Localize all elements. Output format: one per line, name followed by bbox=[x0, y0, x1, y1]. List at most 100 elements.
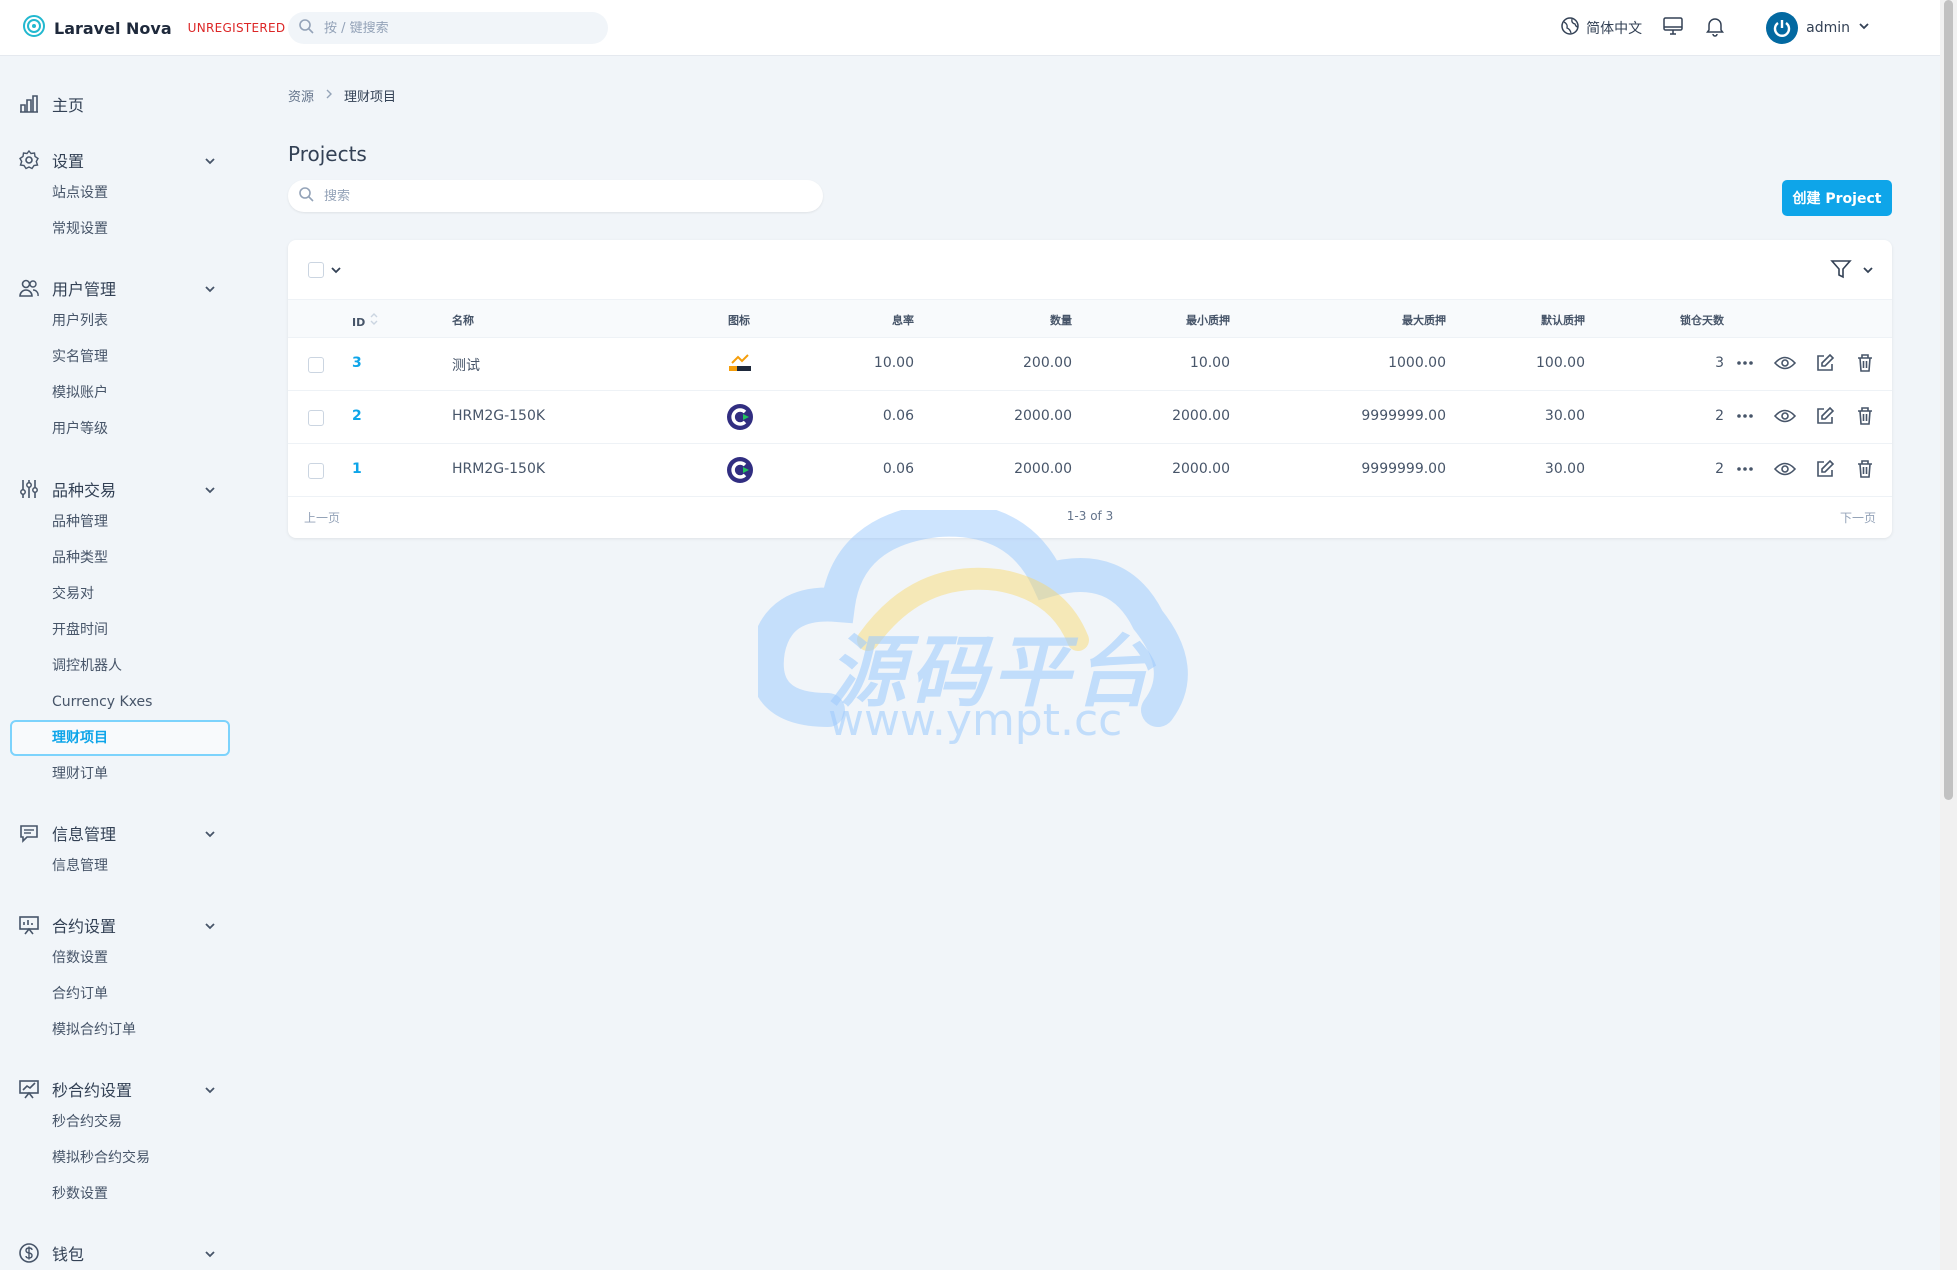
sidebar-group-settings-toggle[interactable]: 设置 bbox=[0, 145, 240, 175]
row-quantity: 2000.00 bbox=[1014, 461, 1072, 477]
sidebar-home-label: 主页 bbox=[52, 96, 85, 115]
monitor-icon[interactable] bbox=[1662, 15, 1684, 41]
sidebar-group-messages: 信息管理 信息管理 bbox=[0, 818, 240, 884]
more-icon[interactable] bbox=[1734, 405, 1756, 427]
sidebar-group-users-toggle[interactable]: 用户管理 bbox=[0, 273, 240, 303]
sidebar-item-contract-orders[interactable]: 合约订单 bbox=[0, 976, 240, 1012]
chevron-down-icon[interactable] bbox=[330, 264, 342, 280]
resource-search-input[interactable] bbox=[324, 188, 584, 204]
sidebar-item-product-types[interactable]: 品种类型 bbox=[0, 540, 240, 576]
sidebar-item-products[interactable]: 品种管理 bbox=[0, 504, 240, 540]
view-eye-icon[interactable] bbox=[1774, 352, 1796, 374]
dollar-circle-icon bbox=[18, 1242, 40, 1264]
row-id-link[interactable]: 3 bbox=[352, 355, 362, 371]
sidebar-group-wallet-toggle[interactable]: 钱包 bbox=[0, 1238, 240, 1268]
page-scrollbar[interactable] bbox=[1940, 0, 1957, 1270]
sidebar: 主页 设置 站点设置 常规设置 用户管理 用户列表 实名管理 模拟账户 用户等级… bbox=[0, 56, 240, 1270]
sidebar-home-link[interactable]: 主页 bbox=[0, 89, 240, 119]
sidebar-item-opening-hours[interactable]: 开盘时间 bbox=[0, 612, 240, 648]
row-checkbox[interactable] bbox=[308, 463, 324, 479]
row-lock-days: 2 bbox=[1715, 461, 1724, 477]
user-menu[interactable]: admin bbox=[1766, 12, 1870, 44]
trend-chart-icon bbox=[18, 1078, 40, 1100]
row-id-link[interactable]: 1 bbox=[352, 461, 362, 477]
more-icon[interactable] bbox=[1734, 458, 1756, 480]
table-row[interactable]: 1 HRM2G-150K 0.06 2000.00 2000.00 999999… bbox=[288, 444, 1892, 497]
edit-icon[interactable] bbox=[1814, 458, 1836, 480]
chevron-down-icon[interactable] bbox=[1862, 264, 1874, 280]
edit-icon[interactable] bbox=[1814, 352, 1836, 374]
row-checkbox[interactable] bbox=[308, 357, 324, 373]
bell-icon[interactable] bbox=[1704, 15, 1726, 41]
sidebar-item-seconds-settings[interactable]: 秒数设置 bbox=[0, 1176, 240, 1212]
sidebar-group-contracts-toggle[interactable]: 合约设置 bbox=[0, 910, 240, 940]
pager-next[interactable]: 下一页 bbox=[1840, 509, 1876, 526]
bar-chart-icon bbox=[18, 93, 40, 115]
sidebar-item-currency-kxes[interactable]: Currency Kxes bbox=[0, 684, 240, 720]
sidebar-home[interactable]: 主页 bbox=[0, 89, 240, 119]
sidebar-item-projects[interactable]: 理财项目 bbox=[10, 720, 230, 756]
chevron-down-icon bbox=[203, 1246, 217, 1265]
sidebar-item-demo-accounts[interactable]: 模拟账户 bbox=[0, 375, 240, 411]
sidebar-group-second-contracts-toggle[interactable]: 秒合约设置 bbox=[0, 1074, 240, 1104]
sidebar-item-demo-second-trades[interactable]: 模拟秒合约交易 bbox=[0, 1140, 240, 1176]
user-name: admin bbox=[1806, 20, 1850, 36]
sidebar-item-user-list[interactable]: 用户列表 bbox=[0, 303, 240, 339]
watermark: 源码平台 www.ympt.cc bbox=[758, 510, 1188, 750]
global-search-input[interactable] bbox=[324, 20, 584, 36]
sidebar-item-trading-pairs[interactable]: 交易对 bbox=[0, 576, 240, 612]
trash-icon[interactable] bbox=[1854, 405, 1876, 427]
sidebar-group-messages-toggle[interactable]: 信息管理 bbox=[0, 818, 240, 848]
top-right-controls: 简体中文 admin bbox=[1560, 10, 1870, 46]
column-header-rate: 息率 bbox=[892, 314, 914, 327]
sidebar-item-second-trades[interactable]: 秒合约交易 bbox=[0, 1104, 240, 1140]
view-eye-icon[interactable] bbox=[1774, 458, 1796, 480]
sidebar-item-kyc[interactable]: 实名管理 bbox=[0, 339, 240, 375]
row-id-link[interactable]: 2 bbox=[352, 408, 362, 424]
sidebar-group-label: 钱包 bbox=[52, 1245, 85, 1264]
sidebar-item-messages[interactable]: 信息管理 bbox=[0, 848, 240, 884]
edit-icon[interactable] bbox=[1814, 405, 1836, 427]
row-min-stake: 10.00 bbox=[1189, 355, 1230, 371]
trash-icon[interactable] bbox=[1854, 458, 1876, 480]
app-logo[interactable]: Laravel Nova UNREGISTERED bbox=[22, 14, 285, 42]
more-icon[interactable] bbox=[1734, 352, 1756, 374]
table-row[interactable]: 3 测试 10.00 200.00 10.00 1000.00 100.00 3 bbox=[288, 338, 1892, 391]
sidebar-group-trading: 品种交易 品种管理 品种类型 交易对 开盘时间 调控机器人 Currency K… bbox=[0, 474, 240, 792]
column-header-lock-days: 锁仓天数 bbox=[1680, 314, 1724, 327]
resource-search[interactable] bbox=[288, 180, 823, 212]
row-name: HRM2G-150K bbox=[452, 461, 546, 477]
sidebar-item-robots[interactable]: 调控机器人 bbox=[0, 648, 240, 684]
select-all-checkbox[interactable] bbox=[308, 262, 324, 278]
language-switcher[interactable]: 简体中文 bbox=[1560, 16, 1642, 40]
sidebar-item-leverage[interactable]: 倍数设置 bbox=[0, 940, 240, 976]
view-eye-icon[interactable] bbox=[1774, 405, 1796, 427]
global-search[interactable] bbox=[288, 12, 608, 44]
sidebar-item-site-settings[interactable]: 站点设置 bbox=[0, 175, 240, 211]
sidebar-item-user-levels[interactable]: 用户等级 bbox=[0, 411, 240, 447]
row-default-stake: 100.00 bbox=[1536, 355, 1585, 371]
table-row[interactable]: 2 HRM2G-150K 0.06 2000.00 2000.00 999999… bbox=[288, 391, 1892, 444]
sidebar-item-general-settings[interactable]: 常规设置 bbox=[0, 211, 240, 247]
search-icon bbox=[298, 18, 314, 38]
sidebar-item-demo-contract-orders[interactable]: 模拟合约订单 bbox=[0, 1012, 240, 1048]
sidebar-item-project-orders[interactable]: 理财订单 bbox=[0, 756, 240, 792]
row-default-stake: 30.00 bbox=[1544, 461, 1585, 477]
row-checkbox[interactable] bbox=[308, 410, 324, 426]
filter-icon[interactable] bbox=[1830, 258, 1852, 284]
sidebar-group-users: 用户管理 用户列表 实名管理 模拟账户 用户等级 bbox=[0, 273, 240, 447]
row-rate: 10.00 bbox=[873, 355, 914, 371]
sliders-icon bbox=[18, 478, 40, 500]
c-logo-icon bbox=[726, 456, 754, 488]
sidebar-group-second-contracts: 秒合约设置 秒合约交易 模拟秒合约交易 秒数设置 bbox=[0, 1074, 240, 1212]
sidebar-group-label: 信息管理 bbox=[52, 825, 117, 844]
column-header-id[interactable]: ID bbox=[352, 312, 379, 329]
breadcrumb-resources[interactable]: 资源 bbox=[288, 86, 314, 105]
sidebar-group-trading-toggle[interactable]: 品种交易 bbox=[0, 474, 240, 504]
trash-icon[interactable] bbox=[1854, 352, 1876, 374]
scrollbar-thumb[interactable] bbox=[1944, 0, 1953, 800]
table-header: ID 名称 图标 息率 数量 最小质押 最大质押 默认质押 锁仓天数 bbox=[288, 300, 1892, 338]
avatar bbox=[1766, 12, 1799, 44]
create-project-button[interactable]: 创建 Project bbox=[1782, 180, 1892, 216]
column-header-icon: 图标 bbox=[728, 314, 750, 327]
